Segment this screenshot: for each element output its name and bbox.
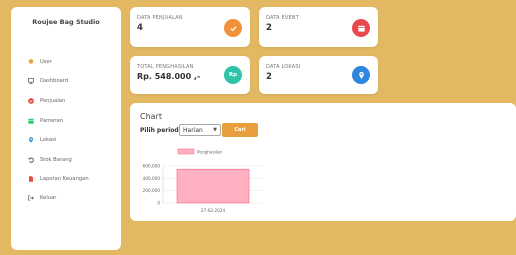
period-select-value: Harian <box>183 126 203 134</box>
check-circle-icon <box>28 98 34 104</box>
y-tick-label: 400,000 <box>143 176 161 181</box>
sidebar: Roujee Bag Studio ● User Dashboard Penju… <box>11 7 121 250</box>
search-button[interactable]: Cari <box>222 123 258 137</box>
sidebar-item-dashboard[interactable]: Dashboard <box>28 76 68 86</box>
card-data-event[interactable]: DATA EVENT 2 <box>259 7 378 47</box>
card-label: TOTAL PENGHASILAN <box>137 64 194 70</box>
calendar-icon <box>352 19 370 37</box>
map-pin-icon <box>352 66 370 84</box>
card-value: 2 <box>266 72 272 82</box>
sidebar-item-label: Laporan Keuangan <box>40 176 89 182</box>
card-data-lokasi[interactable]: DATA LOKASI 2 <box>259 56 378 94</box>
card-total-penghasilan[interactable]: TOTAL PENGHASILAN Rp. 548.000 ,- Rp <box>130 56 250 94</box>
legend-label: Penghasilan <box>197 150 223 155</box>
card-data-penjualan[interactable]: DATA PENJUALAN 4 <box>130 7 250 47</box>
sidebar-item-lokasi[interactable]: Lokasi <box>28 135 56 145</box>
sidebar-item-penjualan[interactable]: Penjualan <box>28 96 65 106</box>
period-select[interactable]: Harian ▼ <box>179 124 221 136</box>
sidebar-item-user[interactable]: ● User <box>28 57 52 67</box>
sidebar-item-label: Stok Barang <box>40 157 72 163</box>
calendar-icon <box>28 118 34 124</box>
sidebar-item-label: Pameran <box>40 118 63 124</box>
y-tick-label: 0 <box>157 201 160 206</box>
sidebar-item-label: Dashboard <box>40 78 69 84</box>
bar <box>176 168 250 204</box>
monitor-icon <box>28 78 34 84</box>
x-tick-label: 27-02-2024 <box>201 208 226 213</box>
sidebar-item-label: Penjualan <box>40 98 66 104</box>
card-label: DATA EVENT <box>266 15 300 21</box>
legend-swatch <box>177 148 195 155</box>
undo-icon <box>28 157 34 163</box>
rupiah-icon: Rp <box>224 66 242 84</box>
card-value: 4 <box>137 23 143 33</box>
sidebar-item-pameran[interactable]: Pameran <box>28 116 63 126</box>
y-tick-label: 600,000 <box>143 164 161 169</box>
sidebar-item-laporan-keuangan[interactable]: Laporan Keuangan <box>28 174 89 184</box>
card-value: Rp. 548.000 ,- <box>137 72 201 81</box>
brand-title: Roujee Bag Studio <box>32 18 100 26</box>
card-value: 2 <box>266 23 272 33</box>
check-icon <box>224 19 242 37</box>
card-label: DATA LOKASI <box>266 64 301 70</box>
user-icon: ● <box>28 58 34 65</box>
sidebar-item-label: User <box>40 59 52 65</box>
sidebar-item-keluar[interactable]: Keluar <box>28 193 56 203</box>
sidebar-item-label: Keluar <box>40 195 57 201</box>
sidebar-item-stok-barang[interactable]: Stok Barang <box>28 155 72 165</box>
map-pin-icon <box>28 137 34 143</box>
y-tick-label: 200,000 <box>143 188 161 193</box>
bar-chart: Penghasilan 600,000 400,000 200,000 0 27-02-2… <box>143 148 263 213</box>
sidebar-item-label: Lokasi <box>40 137 57 143</box>
chart-card: Chart Pilih periode: Harian ▼ Cari Pengh… <box>130 103 516 221</box>
file-icon <box>28 176 34 182</box>
logout-icon <box>28 195 34 201</box>
card-label: DATA PENJUALAN <box>137 15 183 21</box>
chevron-down-icon: ▼ <box>213 127 217 133</box>
chart-title: Chart <box>140 112 162 121</box>
